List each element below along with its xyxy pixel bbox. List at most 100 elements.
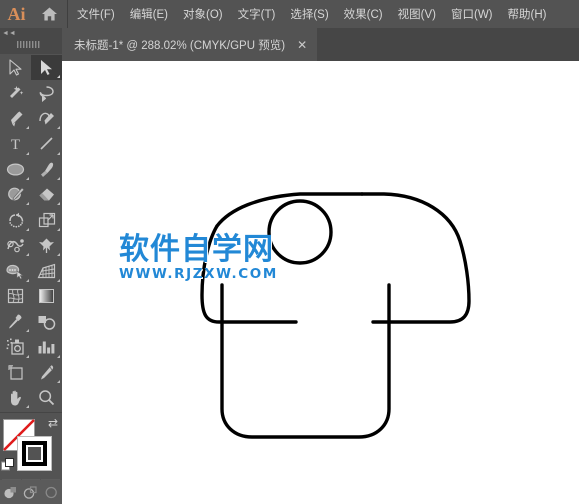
flyout-indicator-icon	[26, 278, 29, 282]
menu-divider	[67, 0, 68, 28]
document-tab-title: 未标题-1* @ 288.02% (CMYK/GPU 预览)	[74, 39, 286, 52]
slice-knife-icon	[41, 365, 54, 380]
free-transform-tool[interactable]	[31, 233, 62, 258]
paintbrush-tool[interactable]	[31, 157, 62, 182]
magic-wand-icon	[10, 85, 24, 98]
flyout-indicator-icon	[57, 253, 60, 257]
drawing-mode-row	[0, 480, 62, 504]
selection-tool[interactable]	[0, 55, 31, 80]
lasso-icon	[39, 85, 54, 102]
default-fill-stroke-icon[interactable]	[1, 458, 15, 472]
collapse-panel-icon[interactable]: ◄◄	[2, 30, 16, 37]
artboard-tool[interactable]	[0, 360, 31, 385]
menu-effect[interactable]: 效果(C)	[341, 3, 386, 25]
flyout-indicator-icon	[57, 380, 60, 384]
perspective-grid-icon	[37, 263, 56, 278]
rotate-tool[interactable]	[0, 207, 31, 232]
width-warp-icon	[7, 239, 24, 253]
hand-tool[interactable]	[0, 385, 31, 410]
type-tool[interactable]: T	[0, 131, 31, 156]
menu-edit[interactable]: 编辑(E)	[127, 3, 171, 25]
gradient-tool[interactable]	[31, 284, 62, 309]
curvature-tool[interactable]	[31, 106, 62, 131]
app-logo: Ai	[7, 3, 26, 24]
scale-tool[interactable]	[31, 207, 62, 232]
tshirt-outline-drawing	[200, 192, 471, 439]
artboard-icon	[7, 365, 23, 380]
flyout-indicator-icon	[57, 278, 60, 282]
eraser-tool[interactable]	[31, 182, 62, 207]
direct-selection-tool[interactable]	[31, 55, 62, 81]
line-segment-icon	[40, 137, 53, 150]
pushpin-icon	[39, 238, 54, 253]
menu-type[interactable]: 文字(T)	[235, 3, 279, 25]
flyout-indicator-icon	[57, 176, 60, 180]
rotate-icon	[8, 212, 23, 228]
flyout-indicator-icon	[57, 75, 60, 79]
width-tool[interactable]	[0, 233, 31, 258]
flyout-indicator-icon	[57, 126, 60, 130]
gradient-square-icon	[39, 289, 54, 304]
shaper-tool[interactable]	[0, 182, 31, 207]
svg-text:T: T	[11, 137, 20, 152]
mesh-tool[interactable]	[0, 284, 31, 309]
menu-item-list: 文件(F) 编辑(E) 对象(O) 文字(T) 选择(S) 效果(C) 视图(V…	[74, 3, 549, 25]
drawing-mode-behind[interactable]	[23, 484, 39, 500]
scale-icon	[38, 212, 55, 227]
flyout-indicator-icon	[26, 253, 29, 257]
menu-select[interactable]: 选择(S)	[287, 3, 331, 25]
stroke-swatch-color	[22, 441, 47, 467]
drawing-mode-inside[interactable]	[44, 484, 60, 500]
close-icon[interactable]: ✕	[297, 39, 307, 51]
panel-drag-handle[interactable]	[17, 41, 45, 48]
eyedropper-tool[interactable]	[0, 309, 31, 334]
menu-view[interactable]: 视图(V)	[395, 3, 439, 25]
flyout-indicator-icon	[26, 202, 29, 206]
menu-file[interactable]: 文件(F)	[74, 3, 118, 25]
zoom-tool[interactable]	[31, 385, 62, 410]
mesh-icon	[7, 289, 24, 304]
paintbrush-icon	[41, 162, 54, 177]
magic-wand-tool[interactable]	[0, 80, 31, 105]
shape-builder-tool[interactable]	[0, 258, 31, 283]
filled-arrow-cursor-icon	[41, 60, 52, 76]
draw-normal-icon	[4, 486, 16, 498]
tools-panel: ◄◄ T ⇄	[0, 28, 62, 504]
ellipse-tool[interactable]	[0, 157, 31, 182]
stroke-swatch-hole	[26, 445, 43, 463]
menu-help[interactable]: 帮助(H)	[505, 3, 550, 25]
eyedropper-icon	[9, 314, 22, 329]
curvature-icon	[39, 112, 54, 125]
type-T-icon: T	[11, 137, 20, 152]
document-canvas[interactable]: 软件自学网 WWW.RJZXW.COM	[62, 61, 579, 504]
perspective-grid-tool[interactable]	[31, 258, 62, 283]
ellipse-icon	[6, 163, 25, 176]
line-segment-tool[interactable]	[31, 131, 62, 156]
document-tab-bar: 未标题-1* @ 288.02% (CMYK/GPU 预览) ✕	[0, 28, 579, 61]
illustrator-window: Ai 文件(F) 编辑(E) 对象(O) 文字(T) 选择(S) 效果(C) 视…	[0, 0, 579, 504]
flyout-indicator-icon	[57, 227, 60, 231]
draw-behind-icon	[24, 485, 38, 499]
flyout-indicator-icon	[26, 329, 29, 333]
flyout-indicator-icon	[57, 202, 60, 206]
fill-stroke-controls: ⇄	[0, 416, 62, 476]
pen-tool[interactable]	[0, 106, 31, 131]
home-icon[interactable]	[33, 0, 65, 28]
flyout-indicator-icon	[26, 176, 29, 180]
column-graph-tool[interactable]	[31, 334, 62, 359]
drawing-mode-normal[interactable]	[2, 484, 18, 500]
symbol-sprayer-tool[interactable]	[0, 334, 31, 359]
document-tab-active[interactable]: 未标题-1* @ 288.02% (CMYK/GPU 预览) ✕	[62, 28, 318, 61]
flyout-indicator-icon	[57, 151, 60, 155]
tools-panel-header[interactable]: ◄◄	[0, 28, 62, 54]
swap-fill-stroke-icon[interactable]: ⇄	[48, 417, 58, 429]
slice-tool[interactable]	[31, 360, 62, 385]
magnifier-icon	[39, 390, 55, 406]
lasso-tool[interactable]	[31, 80, 62, 105]
blend-tool[interactable]	[31, 309, 62, 334]
menu-bar: Ai 文件(F) 编辑(E) 对象(O) 文字(T) 选择(S) 效果(C) 视…	[0, 0, 579, 28]
stroke-swatch[interactable]	[17, 436, 52, 472]
menu-window[interactable]: 窗口(W)	[448, 3, 496, 25]
menu-object[interactable]: 对象(O)	[180, 3, 226, 25]
blend-icon	[38, 315, 56, 330]
